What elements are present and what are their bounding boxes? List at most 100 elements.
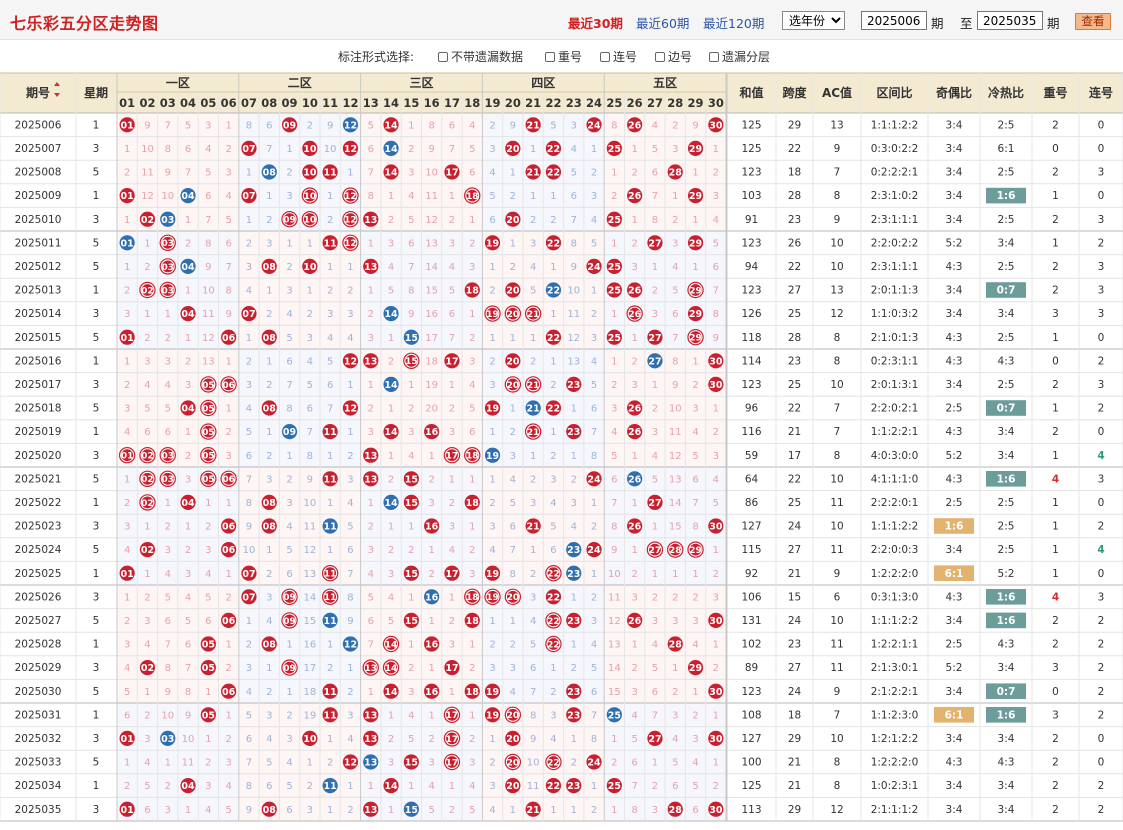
omission-value: 6 [469,168,475,179]
omission-value: 4 [652,640,658,651]
ball-number: 05 [202,452,215,462]
omission-value: 4 [428,781,434,792]
omission-value: 1 [652,380,658,391]
omission-value: 14 [669,498,682,509]
omission-value: 1 [225,710,231,721]
omission-value: 9 [327,120,333,131]
stat-cell: 21 [788,757,801,769]
ball-number: 12 [344,239,357,249]
stat-cell: 2 [1052,615,1059,627]
omission-value: 2 [672,120,678,131]
ball-number: 11 [324,710,337,721]
ball-number: 23 [567,710,580,721]
omission-value: 2 [652,286,658,297]
omission-value: 2 [591,309,597,320]
omission-value: 2 [510,191,516,202]
ball-number: 11 [324,687,337,698]
omission-value: 2 [550,687,556,698]
omission-value: 2 [347,286,353,297]
omission-value: 2 [489,286,495,297]
ball-number: 12 [344,356,357,367]
omission-value: 5 [205,592,211,603]
omission-value: 1 [368,380,374,391]
stat-cell: 3 [1098,167,1105,179]
omission-value: 1 [449,781,455,792]
stat-cell: 94 [745,261,759,273]
omission-value: 1 [185,286,191,297]
stat-header: 区间比 [876,85,912,100]
issue-header[interactable]: 期号 [26,85,50,100]
omission-value: 1 [611,356,617,367]
issue-cell: 2025007 [15,143,62,155]
ball-number: 11 [324,474,337,485]
ball-number: 15 [405,569,418,580]
ball-number: 12 [344,144,357,155]
omission-value: 1 [408,781,414,792]
ball-number: 08 [263,640,277,651]
omission-value: 7 [713,286,719,297]
stat-cell: 2 [1052,426,1059,438]
ball-number: 07 [242,309,255,320]
stat-cell: 4:3 [946,426,963,438]
omission-value: 1 [266,356,272,367]
issue-cell: 2025023 [15,521,62,533]
omission-value: 1 [550,191,556,202]
omission-value: 6 [124,710,130,721]
omission-value: 6 [591,404,597,415]
ball-number: 25 [608,262,621,273]
omission-value: 4 [307,356,313,367]
omission-value: 8 [165,663,171,674]
ball-number: 11 [324,570,337,580]
omission-value: 1 [652,262,658,273]
ball-number: 26 [628,120,642,131]
ball-number: 30 [709,616,723,627]
omission-value: 16 [425,309,438,320]
omission-value: 6 [327,380,333,391]
omission-value: 1 [510,333,516,344]
omission-value: 5 [530,640,536,651]
omission-value: 9 [408,309,414,320]
ball-number: 02 [141,663,154,674]
omission-value: 5 [408,215,414,226]
omission-value: 3 [692,734,698,745]
omission-value: 6 [692,805,698,816]
omission-value: 3 [388,238,394,249]
stat-cell: 13 [830,285,843,297]
omission-value: 1 [266,427,272,438]
ball-number: 01 [121,452,134,462]
number-header: 21 [525,96,541,110]
stat-header: 冷热比 [988,85,1024,100]
omission-value: 2 [327,758,333,769]
ball-number: 17 [446,711,459,721]
ball-number: 14 [384,120,398,131]
stat-cell: 24 [788,615,802,627]
omission-value: 9 [530,734,536,745]
weekday-cell: 3 [93,733,100,745]
stat-header: 重号 [1043,85,1067,100]
stat-cell: 0 [1098,332,1105,344]
omission-value: 5 [489,191,495,202]
ball-number: 16 [425,592,439,603]
omission-value: 1 [368,238,374,249]
stat-cell: 27 [788,285,801,297]
stat-cell: 25 [788,497,801,509]
omission-value: 1 [144,238,150,249]
omission-value: 1 [205,687,211,698]
omission-value: 2 [449,215,455,226]
omission-value: 3 [489,380,495,391]
omission-value: 2 [388,474,394,485]
number-header: 18 [464,96,480,110]
omission-value: 4 [550,734,556,745]
omission-value: 5 [652,144,658,155]
omission-value: 5 [307,380,313,391]
omission-value: 1 [225,640,231,651]
omission-value: 2 [124,380,130,391]
ball-number: 10 [303,144,317,155]
omission-value: 1 [510,616,516,627]
omission-value: 2 [672,592,678,603]
omission-value: 2 [307,120,313,131]
stat-cell: 0:7 [997,686,1016,698]
omission-value: 5 [165,404,171,415]
number-header: 22 [545,96,561,110]
omission-value: 6 [449,120,455,131]
